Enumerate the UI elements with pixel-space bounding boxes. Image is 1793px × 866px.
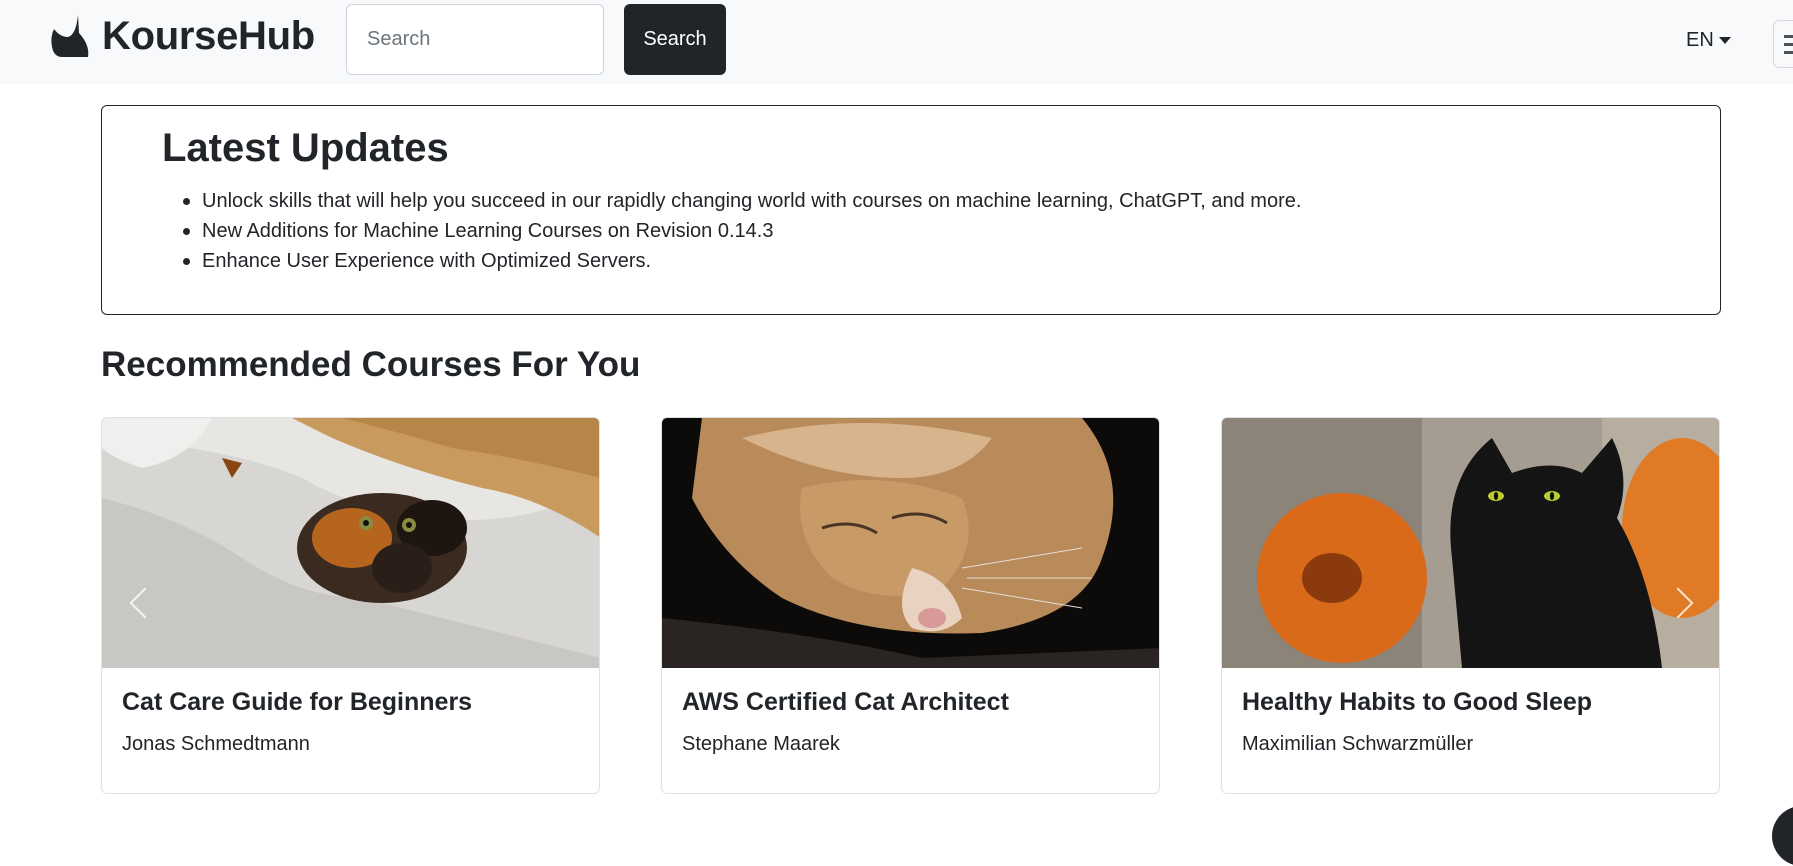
chevron-right-icon bbox=[1662, 587, 1694, 619]
navbar: KourseHub Search EN bbox=[0, 0, 1793, 84]
update-item: New Additions for Machine Learning Cours… bbox=[182, 216, 1301, 246]
course-title[interactable]: Cat Care Guide for Beginners bbox=[122, 688, 472, 717]
courses-carousel: Cat Care Guide for Beginners Jonas Schme… bbox=[101, 417, 1721, 794]
brand-link[interactable]: KourseHub bbox=[50, 8, 315, 64]
course-author: Stephane Maarek bbox=[682, 733, 840, 755]
caret-down-icon bbox=[1718, 36, 1731, 44]
course-title[interactable]: AWS Certified Cat Architect bbox=[682, 688, 1009, 717]
updates-title: Latest Updates bbox=[162, 126, 449, 170]
update-item: Unlock skills that will help you succeed… bbox=[182, 186, 1301, 216]
course-card[interactable]: Healthy Habits to Good Sleep Maximilian … bbox=[1221, 417, 1720, 794]
course-card[interactable]: Cat Care Guide for Beginners Jonas Schme… bbox=[101, 417, 600, 794]
update-item: Enhance User Experience with Optimized S… bbox=[182, 246, 1301, 276]
course-image-orange-tabby bbox=[662, 418, 1159, 668]
language-dropdown[interactable]: EN bbox=[1686, 24, 1731, 56]
hamburger-icon bbox=[1784, 35, 1793, 38]
brand-name: KourseHub bbox=[102, 13, 315, 58]
chevron-left-icon bbox=[129, 587, 161, 619]
course-image-black-cat bbox=[1222, 418, 1719, 668]
course-card[interactable]: AWS Certified Cat Architect Stephane Maa… bbox=[661, 417, 1160, 794]
language-label: EN bbox=[1686, 28, 1714, 51]
carousel-prev-button[interactable] bbox=[120, 563, 161, 643]
course-author: Maximilian Schwarzmüller bbox=[1242, 733, 1474, 755]
search-button[interactable]: Search bbox=[624, 4, 726, 75]
search-input[interactable] bbox=[346, 4, 604, 75]
carousel-next-button[interactable] bbox=[1662, 563, 1703, 643]
course-title[interactable]: Healthy Habits to Good Sleep bbox=[1242, 688, 1592, 717]
latest-updates-panel: Latest Updates Unlock skills that will h… bbox=[101, 105, 1721, 315]
chat-launcher-button[interactable] bbox=[1772, 806, 1793, 866]
updates-list: Unlock skills that will help you succeed… bbox=[182, 186, 1301, 276]
brand-logo-icon bbox=[51, 15, 89, 57]
menu-toggle-button[interactable] bbox=[1773, 20, 1793, 68]
course-image-calico-cat bbox=[102, 418, 599, 668]
course-author: Jonas Schmedtmann bbox=[122, 733, 310, 755]
recommended-title: Recommended Courses For You bbox=[101, 345, 641, 384]
